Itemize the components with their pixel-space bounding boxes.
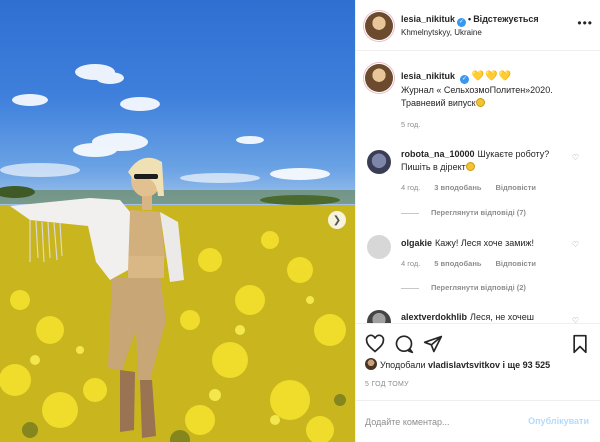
chevron-right-icon: ❯ <box>332 214 342 226</box>
comment-input[interactable] <box>365 413 525 431</box>
comment-avatar[interactable] <box>367 235 391 259</box>
comment-body: robota_na_10000 Шукаєте роботу? Пишіть в … <box>401 148 571 174</box>
comment-time: 4 год. <box>401 259 421 268</box>
comment-like-icon[interactable]: ♡ <box>572 240 579 249</box>
liker-username[interactable]: vladislavtsvitkov <box>428 360 500 370</box>
comment-like-icon[interactable]: ♡ <box>572 153 579 162</box>
post-header: lesia_nikituk ✓ • Відстежується Khmelnytsky… <box>356 0 600 51</box>
author-username[interactable]: lesia_nikituk <box>401 14 455 24</box>
smile-emoji-icon <box>465 162 475 171</box>
caption-username[interactable]: lesia_nikituk <box>401 71 455 81</box>
smile-emoji-icon <box>475 98 485 107</box>
comment-time: 4 год. <box>401 183 421 192</box>
author-avatar[interactable] <box>365 12 393 40</box>
comment-username[interactable]: olgakie <box>401 238 432 248</box>
liker-avatar[interactable] <box>365 358 377 370</box>
verified-icon: ✓ <box>460 75 470 84</box>
comment-text: Леся, не хочеш <box>470 312 534 322</box>
comment-icon[interactable] <box>394 334 414 354</box>
share-icon[interactable] <box>423 334 443 354</box>
view-replies-button[interactable]: Переглянути відповіді (7) <box>401 208 526 217</box>
post-comment-button[interactable]: Опублікувати <box>528 416 589 426</box>
comment-avatar[interactable] <box>367 150 391 174</box>
comment-username[interactable]: alextverdokhlib <box>401 312 467 322</box>
follow-status-button[interactable]: Відстежується <box>473 14 538 24</box>
comment-reply-button[interactable]: Відповісти <box>495 183 536 192</box>
post-timestamp[interactable]: 5 ГОД ТОМУ <box>365 381 409 388</box>
post-location[interactable]: Khmelnytskyy, Ukraine <box>401 28 482 37</box>
comments-list[interactable]: lesia_nikituk ✓ 💛💛💛 Журнал « СельхозмоПол… <box>356 52 600 323</box>
likes-count[interactable]: і ще 93 525 <box>500 360 551 370</box>
post-side-panel: lesia_nikituk ✓ • Відстежується Khmelnytsky… <box>355 0 600 442</box>
comment-like-icon[interactable]: ♡ <box>572 316 579 323</box>
comment-composer: Опублікувати <box>356 400 600 442</box>
comment-username[interactable]: robota_na_10000 <box>401 149 475 159</box>
comment-avatar[interactable] <box>367 310 391 323</box>
comment-text: Кажу! Леся хоче замиж! <box>435 238 534 248</box>
comment-body: olgakie Кажу! Леся хоче замиж! <box>401 237 571 250</box>
divider-line <box>401 212 419 214</box>
post-photo[interactable]: ❯ <box>0 0 355 442</box>
next-photo-button[interactable]: ❯ <box>328 211 346 229</box>
comment-likes-count[interactable]: 3 вподобань <box>434 183 481 192</box>
comment-body: alextverdokhlib Леся, не хочеш <box>401 311 571 323</box>
verified-icon: ✓ <box>457 18 467 27</box>
view-replies-label: Переглянути відповіді (7) <box>431 208 526 217</box>
comment-reply-button[interactable]: Відповісти <box>495 259 536 268</box>
post-actions-bar <box>356 323 600 363</box>
caption-author-avatar[interactable] <box>365 64 393 92</box>
more-icon[interactable]: ••• <box>577 16 593 30</box>
comment-likes-count[interactable]: 5 вподобань <box>434 259 481 268</box>
caption-time: 5 год. <box>401 120 421 129</box>
comment-meta: 4 год. 3 вподобань Відповісти <box>401 183 550 192</box>
divider-line <box>401 287 419 289</box>
post-caption: lesia_nikituk ✓ 💛💛💛 Журнал « СельхозмоПол… <box>401 70 591 110</box>
view-replies-label: Переглянути відповіді (2) <box>431 283 526 292</box>
separator-dot: • <box>468 14 472 24</box>
likes-prefix: Уподобали <box>380 360 426 370</box>
heart-icon[interactable] <box>365 334 385 354</box>
photo-scene <box>0 64 355 442</box>
bookmark-icon[interactable] <box>571 334 589 354</box>
caption-hearts: 💛💛💛 <box>471 71 512 82</box>
view-replies-button[interactable]: Переглянути відповіді (2) <box>401 283 526 292</box>
comment-meta: 4 год. 5 вподобань Відповісти <box>401 259 550 268</box>
